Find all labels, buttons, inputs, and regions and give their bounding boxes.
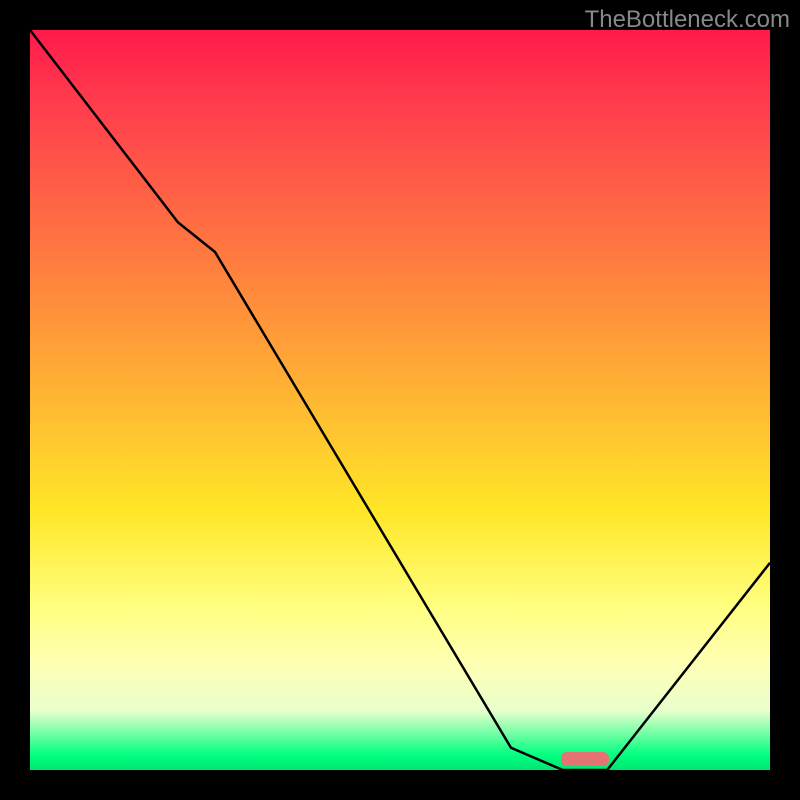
bottleneck-curve [30,30,770,770]
chart-area [30,30,770,770]
watermark-text: TheBottleneck.com [585,6,790,34]
optimal-point-marker [561,752,609,767]
